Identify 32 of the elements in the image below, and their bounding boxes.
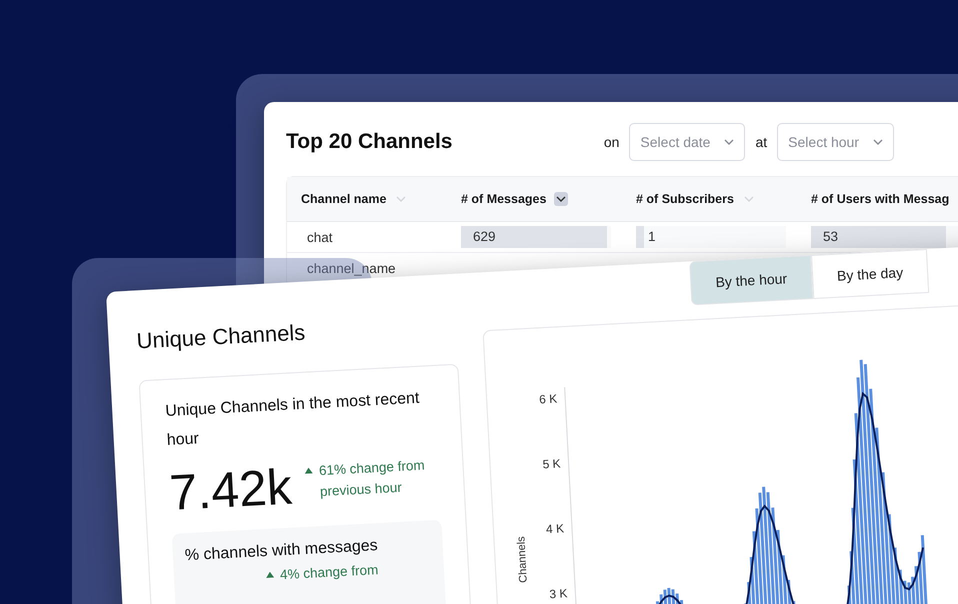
triangle-up-icon	[266, 571, 274, 578]
triangle-up-icon	[304, 467, 314, 474]
column-header[interactable]: # of Subscribers	[636, 192, 791, 206]
tab[interactable]: By the day	[810, 248, 930, 299]
filter-label: on	[604, 134, 620, 150]
table-cell-text: 1	[647, 229, 656, 244]
card-title: Top 20 Channels	[286, 130, 454, 154]
chevron-down-icon	[556, 196, 566, 202]
axis-tick-label: 3 K	[549, 586, 568, 602]
table-cell-text: 53	[822, 229, 838, 244]
chevron-down-icon	[873, 139, 883, 145]
table-cell-text: 629	[472, 229, 496, 244]
filter-label: at	[755, 134, 768, 150]
histogram-bars	[656, 588, 686, 604]
column-header[interactable]: # of Messages	[461, 192, 616, 206]
stat-title: Unique Channels in the most recent hour	[164, 388, 421, 451]
chevron-down-icon	[396, 196, 406, 202]
sort-button[interactable]	[554, 192, 568, 206]
panel-title: Unique Channels	[136, 318, 307, 354]
table-cell-text: chat	[306, 230, 334, 244]
column-header[interactable]: # of Users with Messag	[811, 192, 958, 206]
chevron-down-icon	[744, 196, 754, 202]
stat-value: 7.42k	[168, 461, 294, 518]
table-cell-text: channel_name	[306, 260, 397, 276]
chevron-down-icon	[724, 139, 734, 145]
column-header[interactable]: Channel name	[301, 192, 441, 206]
axis-title: Channels	[515, 536, 530, 584]
axis-tick-label: 5 K	[542, 456, 561, 472]
axis-tick-label: 6 K	[538, 392, 558, 406]
change-text: 61% change from previous hour	[318, 456, 426, 502]
tab[interactable]: By the hour	[689, 255, 814, 306]
axis-tick-label: 4 K	[546, 521, 564, 536]
